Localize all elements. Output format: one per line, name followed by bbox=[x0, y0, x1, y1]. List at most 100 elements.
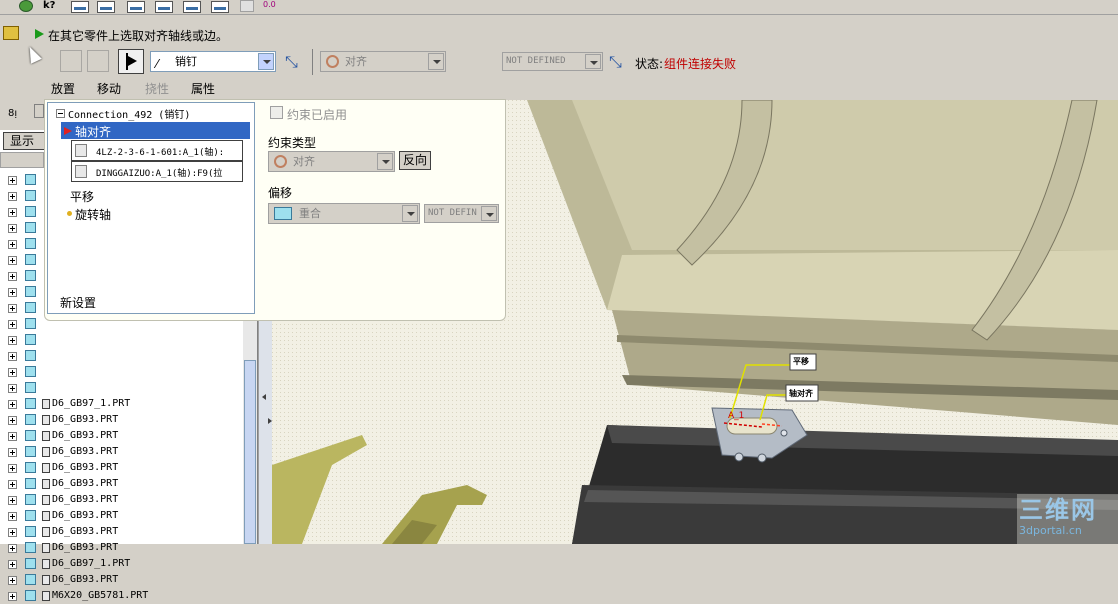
part-icon bbox=[75, 165, 87, 178]
part-icon bbox=[25, 414, 36, 425]
offset-amount-select[interactable]: NOT DEFIN bbox=[424, 204, 499, 223]
expand-icon[interactable] bbox=[8, 208, 17, 217]
align-icon bbox=[274, 155, 287, 168]
tree-row-label: D6_GB93.PRT bbox=[52, 510, 119, 521]
connection-name[interactable]: Connection_492 (销钉) bbox=[68, 106, 190, 121]
view-icon[interactable] bbox=[211, 1, 229, 13]
expand-icon[interactable] bbox=[8, 240, 17, 249]
view-icon[interactable] bbox=[71, 1, 89, 13]
show-button[interactable]: 显示 bbox=[3, 132, 45, 150]
constraint-type-select[interactable]: 对齐 bbox=[320, 51, 446, 72]
expand-icon[interactable] bbox=[8, 400, 17, 409]
part-icon bbox=[25, 350, 36, 361]
part-icon bbox=[25, 238, 36, 249]
view-icon[interactable] bbox=[127, 1, 145, 13]
offset-type-select[interactable]: 重合 bbox=[268, 203, 420, 224]
connection-type-select[interactable]: ⁄ 销钉 bbox=[150, 51, 276, 72]
tree-row-label: D6_GB93.PRT bbox=[52, 430, 119, 441]
tab-properties[interactable]: 属性 bbox=[191, 80, 215, 97]
collapse-left-icon[interactable] bbox=[262, 394, 266, 400]
expand-icon[interactable] bbox=[8, 176, 17, 185]
expand-icon[interactable] bbox=[8, 320, 17, 329]
flip-button[interactable]: 反向 bbox=[399, 151, 431, 170]
expand-icon[interactable] bbox=[8, 368, 17, 377]
expand-icon[interactable] bbox=[8, 560, 17, 569]
expand-icon[interactable] bbox=[8, 432, 17, 441]
callout-translation: 平移 bbox=[793, 357, 809, 366]
chevron-down-icon[interactable] bbox=[481, 206, 497, 221]
part-file-icon bbox=[42, 495, 50, 505]
expand-icon[interactable] bbox=[8, 512, 17, 521]
arrow-icon bbox=[128, 56, 137, 66]
part-icon bbox=[25, 558, 36, 569]
translation-item[interactable]: 平移 bbox=[70, 188, 94, 205]
chevron-down-icon[interactable] bbox=[428, 53, 444, 70]
constraint-type-value: 对齐 bbox=[345, 55, 367, 68]
tree-scroll-thumb[interactable] bbox=[244, 360, 256, 544]
tab-flexibility[interactable]: 挠性 bbox=[145, 80, 169, 97]
offset-select[interactable]: NOT DEFINED bbox=[502, 52, 603, 71]
view-icon[interactable] bbox=[155, 1, 173, 13]
collapse-icon[interactable] bbox=[56, 109, 65, 118]
new-set-item[interactable]: 新设置 bbox=[60, 294, 96, 311]
part-icon bbox=[25, 446, 36, 457]
view-icon[interactable] bbox=[97, 1, 115, 13]
tab-placement[interactable]: 放置 bbox=[51, 80, 75, 97]
expand-icon[interactable] bbox=[8, 336, 17, 345]
part-file-icon bbox=[42, 399, 50, 409]
expand-icon[interactable] bbox=[8, 224, 17, 233]
expand-icon[interactable] bbox=[8, 496, 17, 505]
copy-icon[interactable] bbox=[87, 50, 109, 72]
prompt-arrow-icon bbox=[35, 29, 44, 39]
coordinate-icon[interactable]: 0.0 bbox=[263, 0, 276, 9]
constraint-item-selected[interactable]: 轴对齐 bbox=[61, 122, 250, 139]
tree-view-icon[interactable]: 8ᴉ bbox=[8, 108, 17, 119]
expand-icon[interactable] bbox=[8, 272, 17, 281]
whats-this-icon[interactable]: k? bbox=[43, 0, 55, 11]
pin-connection-icon: ⁄ bbox=[156, 57, 159, 71]
chevron-down-icon[interactable] bbox=[585, 54, 601, 69]
expand-icon[interactable] bbox=[8, 304, 17, 313]
expand-icon[interactable] bbox=[8, 592, 17, 601]
part-icon bbox=[25, 254, 36, 265]
expand-icon[interactable] bbox=[8, 448, 17, 457]
prompt-message: 在其它零件上选取对齐轴线或边。 bbox=[48, 29, 229, 43]
expand-icon[interactable] bbox=[8, 480, 17, 489]
part-file-icon bbox=[42, 431, 50, 441]
callout-axis-align: 轴对齐 bbox=[789, 389, 813, 398]
chevron-down-icon[interactable] bbox=[258, 53, 274, 70]
expand-icon[interactable] bbox=[8, 384, 17, 393]
expand-icon[interactable] bbox=[8, 416, 17, 425]
constraint-enabled-checkbox[interactable] bbox=[270, 106, 283, 119]
offset-label: 偏移 bbox=[268, 186, 293, 200]
expand-icon[interactable] bbox=[8, 352, 17, 361]
tab-move[interactable]: 移动 bbox=[97, 80, 121, 97]
placement-toolbar-icon[interactable] bbox=[60, 50, 82, 72]
view-icon[interactable] bbox=[183, 1, 201, 13]
user-defined-set-icon[interactable] bbox=[118, 49, 144, 74]
expand-icon[interactable] bbox=[8, 528, 17, 537]
part-file-icon bbox=[42, 447, 50, 457]
connection-list: Connection_492 (销钉) 轴对齐 4LZ-2-3-6-1-601:… bbox=[47, 102, 255, 314]
reference-2[interactable]: DINGGAIZUO:A_1(轴):F9(拉 bbox=[71, 161, 243, 182]
flip-constraint-icon[interactable]: ⤡ bbox=[609, 52, 622, 72]
show-button-label: 显示 bbox=[10, 134, 35, 148]
regenerate-icon[interactable] bbox=[19, 0, 33, 12]
saved-view-icon[interactable] bbox=[240, 0, 254, 12]
reference-1[interactable]: 4LZ-2-3-6-1-601:A_1(轴): bbox=[71, 140, 243, 161]
expand-icon[interactable] bbox=[8, 256, 17, 265]
expand-icon[interactable] bbox=[8, 576, 17, 585]
expand-icon[interactable] bbox=[8, 544, 17, 553]
expand-icon[interactable] bbox=[8, 192, 17, 201]
rotation-axis-item[interactable]: 旋转轴 bbox=[75, 206, 111, 223]
expand-icon[interactable] bbox=[8, 288, 17, 297]
align-icon bbox=[326, 55, 339, 68]
part-icon bbox=[25, 510, 36, 521]
chevron-down-icon[interactable] bbox=[402, 205, 418, 222]
flip-icon[interactable]: ⤡ bbox=[285, 52, 298, 72]
panel-constraint-type-select[interactable]: 对齐 bbox=[268, 151, 395, 172]
chevron-down-icon[interactable] bbox=[377, 153, 393, 170]
tree-settings-icon[interactable] bbox=[34, 104, 44, 118]
expand-icon[interactable] bbox=[8, 464, 17, 473]
part-icon bbox=[25, 366, 36, 377]
